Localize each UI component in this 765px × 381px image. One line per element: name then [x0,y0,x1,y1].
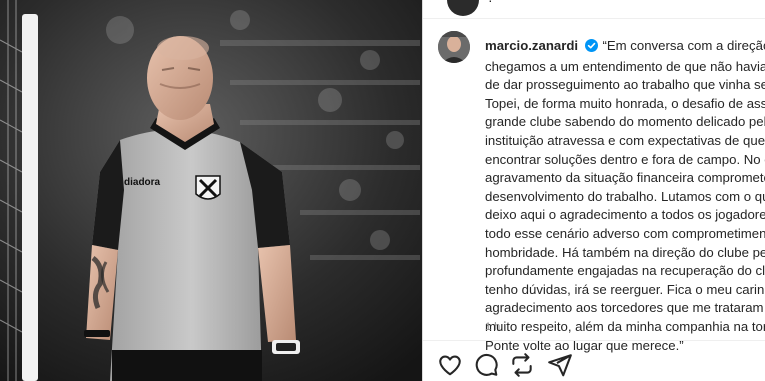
caption-line: deixo aqui o agradecimento a todos os jo… [485,207,765,223]
post-caption: marcio.zanardi “Em conversa com a direçã… [485,37,765,355]
caption-line: todo esse cenário adverso com comprometi… [485,225,765,241]
club-crest-icon [195,175,221,200]
post-photo: diadora [0,0,422,381]
caption-line: agradecimento aos torcedores que me trat… [485,300,765,316]
author-avatar[interactable] [438,31,470,63]
share-icon [512,353,532,377]
caption-line: de dar prosseguimento ao trabalho que vi… [485,77,765,93]
caption-line: hombridade. Há também na direção do club… [485,244,765,260]
verified-badge-icon [584,39,598,58]
like-button[interactable] [437,352,463,378]
caption-line: desenvolvimento do trabalho. Lutamos com… [485,188,765,204]
instagram-post-view: diadora · marcio.zanardi “Em conversa co… [0,0,765,381]
caption-line: grande clube sabendo do momento delicado… [485,114,765,130]
caption-line: instituição atravessa e com expectativas… [485,132,765,148]
post-timestamp[interactable]: 1 h [485,321,500,333]
coach-photo-illustration [0,0,422,381]
shirt-brand-label: diadora [124,177,161,188]
previous-comment-strip: · [423,0,765,19]
caption-line: encontrar soluções dentro e fora de camp… [485,151,765,167]
more-dots-icon[interactable]: · [488,0,493,8]
caption-line: tenho dúvidas, irá se reerguer. Fica o m… [485,281,765,297]
post-details-panel: · marcio.zanardi “Em conversa com a dire… [423,0,765,381]
caption-line: chegamos a um entendimento de que não ha… [485,58,765,74]
author-username[interactable]: marcio.zanardi [485,38,578,53]
author-avatar-image [438,31,470,63]
caption-line: profundamente engajadas na recuperação d… [485,263,765,279]
send-icon [548,354,572,377]
send-button[interactable] [547,352,573,378]
comment-icon [475,353,498,376]
caption-line-1: marcio.zanardi “Em conversa com a direçã… [485,37,765,58]
repost-button[interactable] [509,352,535,378]
caption-text: “Em conversa com a direção da [602,38,765,53]
actions-divider [423,340,765,341]
caption-line: agravamento da situação financeira compr… [485,170,765,186]
caption-line: Topei, de forma muito honrada, o desafio… [485,95,765,111]
like-icon [439,355,461,376]
comment-button[interactable] [473,352,499,378]
previous-avatar[interactable] [447,0,479,16]
caption-line: muito respeito, além da minha companhia … [485,318,765,334]
